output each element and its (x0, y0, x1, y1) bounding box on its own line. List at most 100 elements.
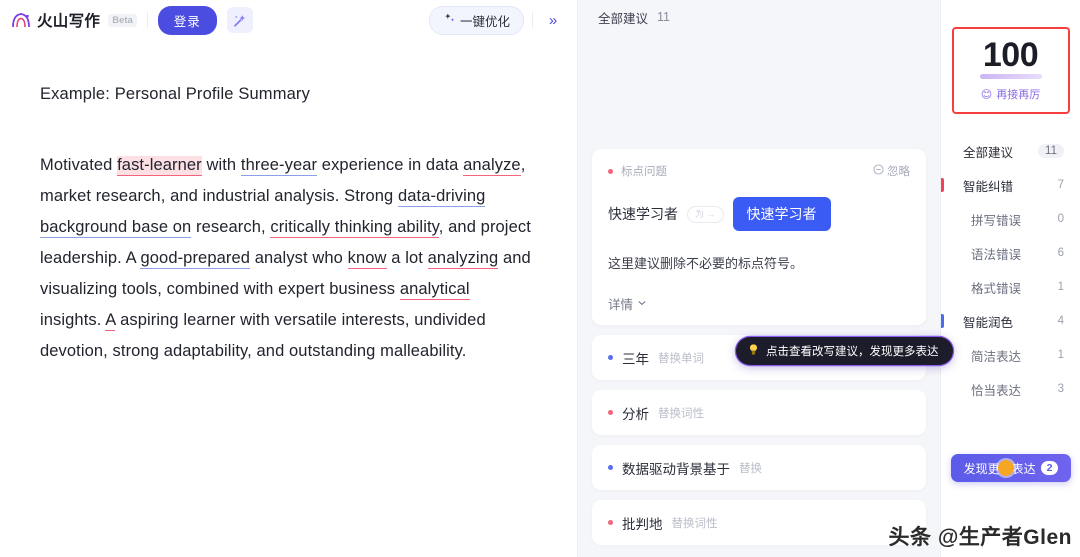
severity-dot-icon (608, 465, 613, 470)
suggestion-replacement-row: 快速学习者 为 → 快速学习者 (608, 197, 910, 231)
severity-dot-icon (608, 355, 613, 360)
suggestion-row-text: 三年 (622, 351, 649, 367)
suggestion-card-active[interactable]: 标点问题 忽略 快速学习者 为 → 快速学习者 这里建议删除不必要的标点符号。 … (592, 149, 926, 325)
suggestions-list: 标点问题 忽略 快速学习者 为 → 快速学习者 这里建议删除不必要的标点符号。 … (578, 34, 953, 557)
score-value: 100 (982, 36, 1039, 74)
suggestion-rows-host: 三年 替换单词 分析 替换词性 数据驱动背景基于 替换 批判地 替换词性 (592, 335, 926, 545)
suggestion-row[interactable]: 分析 替换词性 (592, 390, 926, 435)
text-segment: experience in data (317, 156, 464, 174)
category-item[interactable]: 语法错误 6 (941, 236, 1080, 270)
category-item[interactable]: 恰当表达 3 (941, 372, 1080, 406)
score-caption-text: 再接再厉 (996, 89, 1041, 101)
magic-wand-icon[interactable] (226, 7, 253, 33)
category-count: 7 (1057, 179, 1064, 191)
score-underline-decoration (979, 74, 1042, 79)
score-card: 100 😊 再接再厉 (951, 27, 1070, 114)
ignore-label: 忽略 (887, 166, 910, 178)
category-label: 语法错误 (971, 247, 1022, 262)
editor-toolbar: 火山写作 Beta 登录 一键优化 » (0, 0, 577, 40)
toolbar-divider-2 (532, 12, 533, 28)
detail-label: 详情 (608, 298, 634, 312)
suggestion-row-text: 批判地 (622, 516, 663, 532)
marked-text-blue[interactable]: three-year (240, 156, 318, 176)
marked-text-red[interactable]: analyzing (427, 249, 499, 269)
suggestions-header-count: 11 (657, 10, 670, 24)
text-segment: Motivated (40, 156, 118, 174)
category-accent-bar (941, 178, 944, 192)
suggestion-card-header: 标点问题 忽略 (608, 163, 910, 179)
category-label: 智能润色 (963, 315, 1014, 330)
original-text: 快速学习者 (608, 206, 678, 222)
suggestion-row-tag: 替换 (739, 462, 762, 475)
suggestion-row-tag: 替换词性 (658, 407, 704, 420)
marked-text-red[interactable]: analyze (463, 156, 521, 176)
category-list: 全部建议 11 智能纠错 7 拼写错误 0 语法错误 6 格式错误 1 智能润色 4 简洁表达 1 恰当表达… (941, 134, 1080, 406)
discover-more-count: 2 (1040, 461, 1059, 475)
chevron-down-icon (637, 297, 647, 311)
suggestion-row-tag: 替换词性 (671, 517, 718, 530)
mouse-cursor-indicator (998, 460, 1014, 476)
suggestion-description: 这里建议删除不必要的标点符号。 (608, 256, 804, 271)
suggestions-header-title: 全部建议 (598, 11, 649, 26)
severity-dot-icon (608, 168, 613, 174)
category-item[interactable]: 智能润色 4 (941, 304, 1080, 338)
severity-dot-icon (608, 410, 613, 415)
toolbar-divider (146, 12, 148, 28)
category-label: 智能纠错 (963, 179, 1014, 194)
category-item[interactable]: 全部建议 11 (941, 134, 1080, 168)
suggestions-pane: 全部建议 11 标点问题 忽略 快速学习者 为 → 快速学习者 这里建议删除不必… (578, 0, 953, 557)
login-button[interactable]: 登录 (157, 5, 217, 35)
double-chevron-right-icon[interactable]: » (541, 8, 565, 32)
category-label: 全部建议 (963, 145, 1014, 160)
ignore-button[interactable]: 忽略 (873, 163, 910, 179)
apply-replacement-button[interactable]: 快速学习者 (732, 197, 831, 231)
text-segment: analyst who (250, 249, 348, 267)
category-item[interactable]: 拼写错误 0 (941, 202, 1080, 236)
category-item[interactable]: 格式错误 1 (941, 270, 1080, 304)
one-click-optimize-button[interactable]: 一键优化 (428, 5, 524, 35)
category-item[interactable]: 智能纠错 7 (941, 168, 1080, 202)
marked-text-red[interactable]: A (105, 311, 116, 331)
text-segment: with (201, 156, 241, 174)
lightbulb-icon (747, 343, 760, 359)
smiley-emoji-icon: 😊 (980, 88, 993, 101)
toolbar-right-group: 一键优化 » (428, 5, 565, 35)
category-label: 拼写错误 (971, 213, 1022, 228)
suggestion-row-tag: 替换单词 (658, 352, 704, 365)
score-caption: 😊 再接再厉 (981, 86, 1040, 102)
category-count: 4 (1057, 315, 1064, 327)
document-title: Example: Personal Profile Summary (40, 85, 310, 103)
brand-name: 火山写作 (37, 13, 101, 30)
text-segment: a lot (386, 249, 428, 267)
severity-dot-icon (608, 520, 613, 525)
suggestion-row-text: 数据驱动背景基于 (622, 461, 730, 477)
suggestion-row[interactable]: 数据驱动背景基于 替换 (592, 445, 926, 490)
score-sidebar: 100 😊 再接再厉 全部建议 11 智能纠错 7 拼写错误 0 语法错误 6 格式错误 1 智能润… (940, 0, 1080, 557)
minus-circle-icon (873, 164, 884, 178)
suggestion-type-label: 标点问题 (621, 166, 667, 178)
document-body[interactable]: Example: Personal Profile Summary Motiva… (0, 40, 577, 557)
category-accent-bar (941, 314, 944, 328)
category-label: 简洁表达 (971, 349, 1022, 364)
marked-text-red[interactable]: critically thinking ability (270, 218, 439, 238)
category-item[interactable]: 简洁表达 1 (941, 338, 1080, 372)
rewrite-hint-text: 点击查看改写建议，发现更多表达 (766, 346, 939, 358)
marked-text-red[interactable]: analytical (399, 280, 470, 300)
category-count: 3 (1057, 383, 1064, 395)
marked-text-red[interactable]: know (347, 249, 387, 269)
detail-toggle[interactable]: 详情 (608, 294, 910, 313)
suggestion-row[interactable]: 批判地 替换词性 (592, 500, 926, 545)
suggestion-row-text: 分析 (622, 406, 649, 422)
one-click-optimize-label: 一键优化 (459, 14, 510, 29)
arrow-pill-icon: 为 → (687, 205, 724, 223)
category-count: 11 (1038, 144, 1064, 158)
document-paragraph[interactable]: Motivated fast-learner with three-year e… (40, 150, 531, 367)
sparkle-icon (443, 12, 456, 28)
brand-logo: 火山写作 Beta (10, 9, 137, 31)
category-label: 格式错误 (971, 281, 1022, 296)
category-count: 1 (1057, 281, 1064, 293)
category-count: 1 (1057, 349, 1064, 361)
marked-text-red-fill[interactable]: fast-learner (117, 156, 202, 176)
marked-text-blue[interactable]: good-prepared (140, 249, 251, 269)
category-label: 恰当表达 (971, 383, 1022, 398)
